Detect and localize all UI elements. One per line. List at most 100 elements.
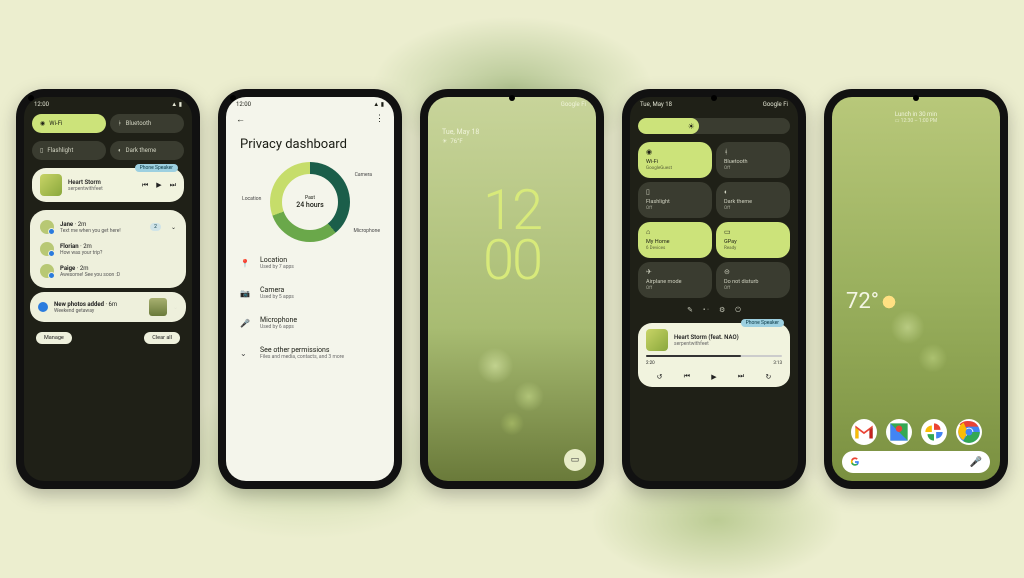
prev-icon[interactable]: ⏮: [142, 181, 148, 190]
next-icon[interactable]: ⏭: [170, 181, 176, 190]
pager-dots: • ·: [703, 306, 709, 315]
tile-airplane[interactable]: ✈Airplane modeOff: [638, 262, 712, 298]
usage-donut: Camera Location Microphone Past 24 hours: [270, 162, 350, 242]
forward-icon[interactable]: ↻: [765, 373, 771, 381]
status-icons: ▲ ▮: [171, 101, 182, 108]
wifi-icon: ◉: [646, 148, 704, 157]
manage-button[interactable]: Manage: [36, 332, 72, 344]
tile-flashlight[interactable]: ▯FlashlightOff: [638, 182, 712, 218]
phone-lock-screen: Google Fi Tue, May 18 ☀76°F 12 00 ▭: [420, 89, 604, 489]
airplane-icon: ✈: [646, 268, 704, 277]
photos-notification[interactable]: New photos added · 6mWeekend getaway ⌄: [30, 292, 186, 322]
status-icons: ▲ ▮: [373, 101, 384, 108]
search-bar[interactable]: 🎤: [842, 451, 990, 473]
phone-notification-shade: 12:00 ▲ ▮ ◉Wi-Fi ᚼBluetooth ▯Flashlight …: [16, 89, 200, 489]
darktheme-icon: ◐: [724, 188, 782, 197]
play-icon[interactable]: ▶: [711, 373, 716, 381]
avatar: [40, 264, 54, 278]
see-other-permissions[interactable]: ⌄See other permissionsFiles and media, c…: [226, 338, 394, 368]
tile-darktheme[interactable]: ◐Dark themeOff: [716, 182, 790, 218]
camera-icon: 📷: [240, 289, 250, 298]
permission-location[interactable]: 📍LocationUsed by 7 apps: [226, 248, 394, 278]
count-badge: 2: [150, 223, 161, 231]
photos-icon: [38, 302, 48, 312]
carrier-label: Google Fi: [763, 101, 788, 108]
power-icon[interactable]: ⏻: [735, 306, 741, 315]
qs-darktheme[interactable]: ◐Dark theme: [110, 141, 184, 160]
flashlight-icon: ▯: [646, 188, 704, 197]
bluetooth-icon: ᚼ: [118, 120, 122, 127]
brightness-slider[interactable]: ☀: [638, 118, 790, 134]
conversation-group: Jane · 2mText me when you get here! 2 ⌄ …: [30, 210, 186, 288]
brightness-icon: ☀: [688, 122, 695, 131]
app-maps[interactable]: [886, 419, 912, 445]
wifi-icon: ◉: [40, 120, 45, 127]
tile-home[interactable]: ⌂My Home6 Devices: [638, 222, 712, 258]
chevron-down-icon[interactable]: ⌄: [171, 224, 176, 231]
phone-quick-settings: Tue, May 18Google Fi ☀ ◉Wi-FiGoogleGuest…: [622, 89, 806, 489]
app-photos[interactable]: [921, 419, 947, 445]
track-artist: serpentwithfeet: [674, 341, 782, 347]
qs-wifi[interactable]: ◉Wi-Fi: [32, 114, 106, 133]
gpay-icon: ▭: [724, 228, 782, 237]
clear-all-button[interactable]: Clear all: [144, 332, 180, 344]
more-icon[interactable]: ⋮: [375, 114, 384, 125]
camera-hole: [230, 95, 236, 101]
permission-microphone[interactable]: 🎤MicrophoneUsed by 6 apps: [226, 308, 394, 338]
track-title: Heart Storm: [68, 179, 136, 186]
phone-home-screen: Lunch in 30 min ▭ 12:30 – 1:00 PM 72° 🎤: [824, 89, 1008, 489]
tile-wifi[interactable]: ◉Wi-FiGoogleGuest: [638, 142, 712, 178]
wallet-fab[interactable]: ▭: [564, 449, 586, 471]
camera-hole: [28, 95, 34, 101]
chevron-down-icon[interactable]: ⌄: [173, 304, 178, 311]
conversation-item[interactable]: Florian · 2mHow was your trip?: [36, 238, 180, 260]
page-title: Privacy dashboard: [226, 129, 394, 156]
wallpaper: [428, 97, 596, 481]
conversation-item[interactable]: Paige · 2mAwesome! See you soon :D: [36, 260, 180, 282]
microphone-icon: 🎤: [240, 319, 250, 328]
qs-bluetooth[interactable]: ᚼBluetooth: [110, 114, 184, 133]
chevron-down-icon: ⌄: [240, 349, 250, 358]
album-art: [646, 329, 668, 351]
app-gmail[interactable]: [851, 419, 877, 445]
google-logo-icon: [850, 457, 860, 467]
location-icon: 📍: [240, 259, 250, 268]
sun-icon: [881, 294, 897, 310]
camera-hole: [913, 95, 919, 101]
tile-bluetooth[interactable]: ᚼBluetoothOff: [716, 142, 790, 178]
weather-widget[interactable]: 72°: [846, 289, 897, 314]
tile-dnd[interactable]: ⊝Do not disturbOff: [716, 262, 790, 298]
calendar-icon: ▭: [895, 118, 900, 124]
prev-icon[interactable]: ⏮: [684, 372, 690, 381]
at-a-glance[interactable]: Lunch in 30 min ▭ 12:30 – 1:00 PM: [895, 111, 938, 124]
photo-thumbnail: [149, 298, 167, 316]
next-icon[interactable]: ⏭: [738, 372, 744, 381]
darktheme-icon: ◐: [118, 147, 122, 154]
qs-flashlight[interactable]: ▯Flashlight: [32, 141, 106, 160]
camera-hole: [509, 95, 515, 101]
phone-privacy-dashboard: 12:00 ▲ ▮ ← ⋮ Privacy dashboard Camera Lo…: [218, 89, 402, 489]
carrier-label: Google Fi: [561, 101, 586, 108]
mic-icon[interactable]: 🎤: [970, 457, 982, 468]
permission-camera[interactable]: 📷CameraUsed by 5 apps: [226, 278, 394, 308]
home-icon: ⌂: [646, 228, 704, 237]
media-card[interactable]: Phone Speaker Heart Storm serpentwithfee…: [32, 168, 184, 202]
app-chrome[interactable]: [956, 419, 982, 445]
edit-icon[interactable]: ✎: [687, 306, 693, 315]
avatar: [40, 220, 54, 234]
status-time: 12:00: [236, 101, 251, 108]
back-icon[interactable]: ←: [236, 114, 245, 125]
avatar: [40, 242, 54, 256]
rewind-icon[interactable]: ↺: [657, 373, 663, 381]
output-badge[interactable]: Phone Speaker: [135, 164, 178, 172]
tile-gpay[interactable]: ▭GPayReady: [716, 222, 790, 258]
conversation-item[interactable]: Jane · 2mText me when you get here! 2 ⌄: [36, 216, 180, 238]
media-card[interactable]: Phone Speaker Heart Storm (feat. NAO)ser…: [638, 323, 790, 387]
settings-icon[interactable]: ⚙: [719, 306, 725, 315]
camera-hole: [711, 95, 717, 101]
album-art: [40, 174, 62, 196]
play-icon[interactable]: ▶: [156, 181, 161, 190]
output-badge[interactable]: Phone Speaker: [741, 319, 784, 327]
dnd-icon: ⊝: [724, 268, 782, 277]
bluetooth-icon: ᚼ: [724, 148, 782, 157]
